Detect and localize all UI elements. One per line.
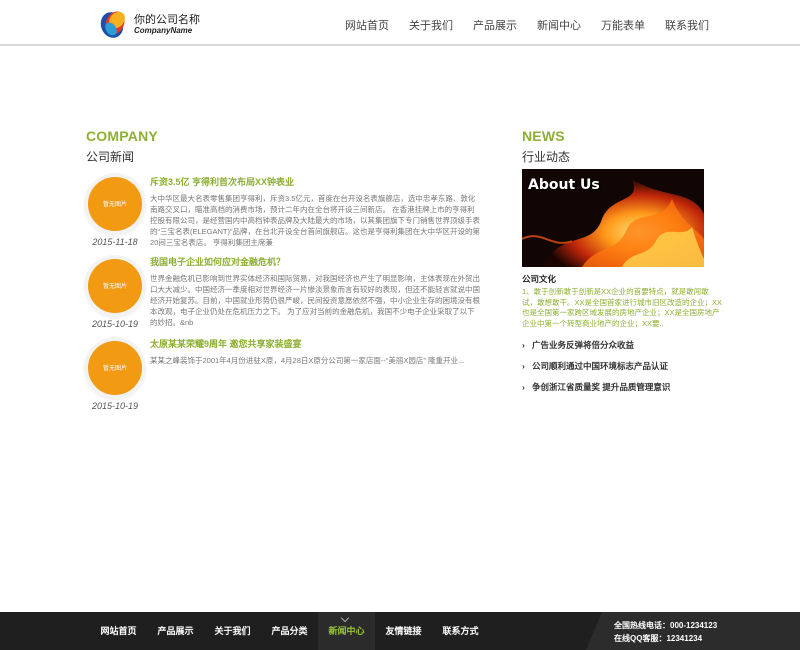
company-title-en: COMPANY (86, 128, 158, 144)
news-title-en: NEWS (522, 128, 565, 144)
news-date: 2015-10-19 (91, 319, 139, 329)
about-us-image[interactable]: About Us (522, 169, 704, 267)
industry-news-list: › 广告业务反弹将倍分众收益 › 公司顺利通过中国环境标志产品认证 › 争创浙江省质量… (522, 339, 722, 402)
news-thumb[interactable]: 暂无图片 (88, 259, 142, 313)
news-thumb[interactable]: 暂无图片 (88, 341, 142, 395)
footer-nav-products[interactable]: 产品展示 (147, 612, 204, 650)
news-date: 2015-10-19 (91, 401, 139, 411)
logo-cn-text: 你的公司名称 (134, 14, 200, 26)
chevron-right-icon: › (522, 340, 525, 350)
news-desc: 大中华区最大名表零售集团亨得利，斥资3.5亿元，首度在台开设名表旗舰店，选中忠孝… (150, 194, 480, 247)
footer-nav: 网站首页 产品展示 关于我们 产品分类 新闻中心 友情链接 联系方式 (90, 612, 489, 650)
footer-nav-news[interactable]: 新闻中心 (318, 612, 375, 650)
footer-qq[interactable]: 在线QQ客服：12341234 (614, 633, 702, 644)
industry-news-item[interactable]: › 广告业务反弹将倍分众收益 (522, 339, 722, 360)
logo-en-text: CompanyName (134, 26, 193, 35)
thumb-placeholder: 暂无图片 (102, 366, 127, 372)
nav-about[interactable]: 关于我们 (399, 17, 463, 33)
footer-nav-contact[interactable]: 联系方式 (432, 612, 489, 650)
news-desc: 某某之峰装饰于2001年4月份进驻X原，4月28日X原分公司第一家店面--“美丽… (150, 356, 465, 365)
nav-products[interactable]: 产品展示 (463, 17, 527, 33)
chevron-right-icon: › (522, 382, 525, 392)
company-news-section: COMPANY 公司新闻 暂无图片 2015-11-18 斥资3.5亿 亨得利首… (86, 128, 480, 419)
nav-form[interactable]: 万能表单 (591, 17, 655, 33)
footer-nav-about[interactable]: 关于我们 (204, 612, 261, 650)
industry-news-item[interactable]: › 争创浙江省质量奖 提升品质管理意识 (522, 381, 722, 402)
industry-news-item[interactable]: › 公司顺利通过中国环境标志产品认证 (522, 360, 722, 381)
logo-icon (100, 11, 125, 38)
industry-news-label: 广告业务反弹将倍分众收益 (532, 340, 635, 350)
news-title[interactable]: 我国电子企业如何应对金融危机？ (150, 255, 480, 268)
industry-news-label: 公司顺利通过中国环境标志产品认证 (532, 361, 669, 371)
news-desc: 世界金融危机已影响到世界实体经济和国际贸易，对我国经济也产生了明显影响，主体表现… (150, 274, 480, 327)
footer-phone: 全国热线电话：000-1234123 (614, 621, 718, 630)
news-item[interactable]: 暂无图片 2015-11-18 斥资3.5亿 亨得利首次布局XX钟表业 大中华区… (86, 173, 480, 255)
footer-nav-home[interactable]: 网站首页 (90, 612, 147, 650)
site-footer: 网站首页 产品展示 关于我们 产品分类 新闻中心 友情链接 联系方式 全国热线电… (0, 612, 800, 650)
footer-nav-links[interactable]: 友情链接 (375, 612, 432, 650)
nav-contact[interactable]: 联系我们 (655, 17, 719, 33)
thumb-placeholder: 暂无图片 (102, 202, 127, 208)
news-item[interactable]: 暂无图片 2015-10-19 我国电子企业如何应对金融危机？ 世界金融危机已影… (86, 255, 480, 337)
about-us-caption: About Us (528, 177, 600, 193)
site-header: 你的公司名称 CompanyName 网站首页 关于我们 产品展示 新闻中心 万… (0, 0, 800, 46)
thumb-placeholder: 暂无图片 (102, 284, 127, 290)
main-nav: 网站首页 关于我们 产品展示 新闻中心 万能表单 联系我们 (335, 17, 719, 33)
footer-contact: 全国热线电话：000-1234123 在线QQ客服：12341234 (586, 612, 800, 650)
company-title-cn: 公司新闻 (86, 150, 135, 164)
news-title[interactable]: 太原某某荣耀9周年 邀您共享家装盛宴 (150, 337, 480, 350)
footer-nav-categories[interactable]: 产品分类 (261, 612, 318, 650)
culture-text: 1、敢于创新敢于创新是XX企业的首要特点，就是敢闯敢试，敢想敢干。XX是全国首家… (522, 287, 723, 328)
news-date: 2015-11-18 (92, 237, 138, 247)
nav-home[interactable]: 网站首页 (335, 17, 399, 33)
news-thumb[interactable]: 暂无图片 (88, 177, 142, 231)
industry-news-section: NEWS 行业动态 About Us 公司文化 1、敢于创新敢于创新是XX企业的… (522, 128, 722, 402)
news-title[interactable]: 斥资3.5亿 亨得利首次布局XX钟表业 (150, 175, 480, 188)
logo[interactable]: 你的公司名称 CompanyName (98, 8, 218, 42)
industry-news-label: 争创浙江省质量奖 提升品质管理意识 (532, 382, 671, 392)
nav-news[interactable]: 新闻中心 (527, 17, 591, 33)
chevron-right-icon: › (522, 361, 525, 371)
news-item[interactable]: 暂无图片 2015-10-19 太原某某荣耀9周年 邀您共享家装盛宴 某某之峰装… (86, 337, 480, 419)
news-title-cn: 行业动态 (522, 150, 571, 164)
culture-heading: 公司文化 (522, 274, 557, 284)
